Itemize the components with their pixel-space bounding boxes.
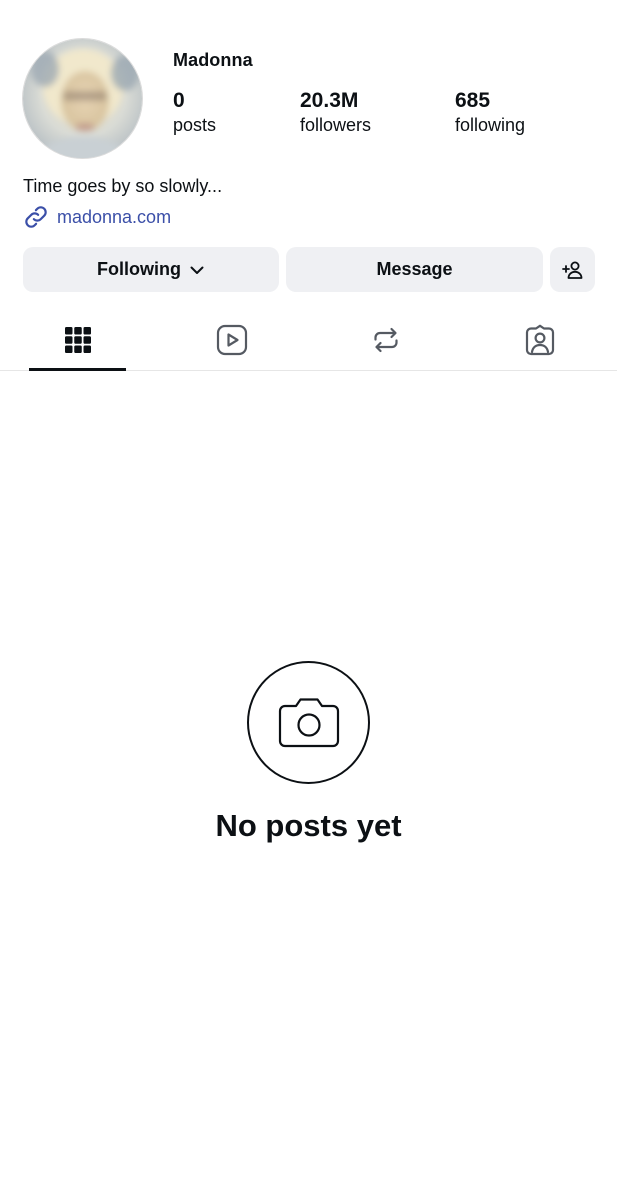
posts-count: 0 — [173, 89, 185, 112]
tab-reels[interactable] — [193, 310, 270, 370]
reels-icon — [216, 324, 247, 356]
tagged-icon — [525, 324, 554, 356]
following-button[interactable]: Following — [23, 247, 279, 292]
profile-page: Madonna 0 posts 20.3M followers 685 foll… — [0, 0, 617, 1200]
followers-count: 20.3M — [300, 89, 359, 112]
message-button-label: Message — [376, 259, 453, 279]
profile-link-text: madonna.com — [57, 206, 172, 227]
following-count: 685 — [455, 89, 491, 112]
add-person-icon — [561, 261, 582, 279]
profile-link[interactable]: madonna.com — [23, 204, 171, 230]
empty-state-title: No posts yet — [215, 808, 402, 843]
chevron-down-icon — [190, 266, 204, 274]
tab-posts-grid[interactable] — [29, 310, 126, 371]
grid-icon — [64, 327, 91, 353]
tab-tagged[interactable] — [501, 310, 578, 370]
link-icon — [25, 206, 47, 228]
posts-stat: 0 posts — [173, 89, 216, 137]
add-user-button[interactable] — [550, 247, 595, 292]
following-button-label: Following — [97, 259, 181, 279]
avatar-image — [23, 39, 142, 158]
empty-state-camera — [247, 661, 370, 784]
followers-stat[interactable]: 20.3M followers — [300, 89, 371, 137]
camera-icon — [278, 697, 339, 747]
profile-bio: Time goes by so slowly... — [23, 176, 223, 196]
tab-reposts[interactable] — [347, 310, 424, 370]
following-label: following — [455, 115, 526, 135]
profile-tabs — [0, 310, 617, 371]
avatar[interactable] — [22, 38, 143, 159]
message-button[interactable]: Message — [286, 247, 543, 292]
posts-label: posts — [173, 115, 217, 135]
reposts-icon — [373, 327, 398, 353]
followers-label: followers — [300, 115, 372, 135]
following-stat[interactable]: 685 following — [455, 89, 525, 137]
profile-username: Madonna — [173, 50, 253, 70]
